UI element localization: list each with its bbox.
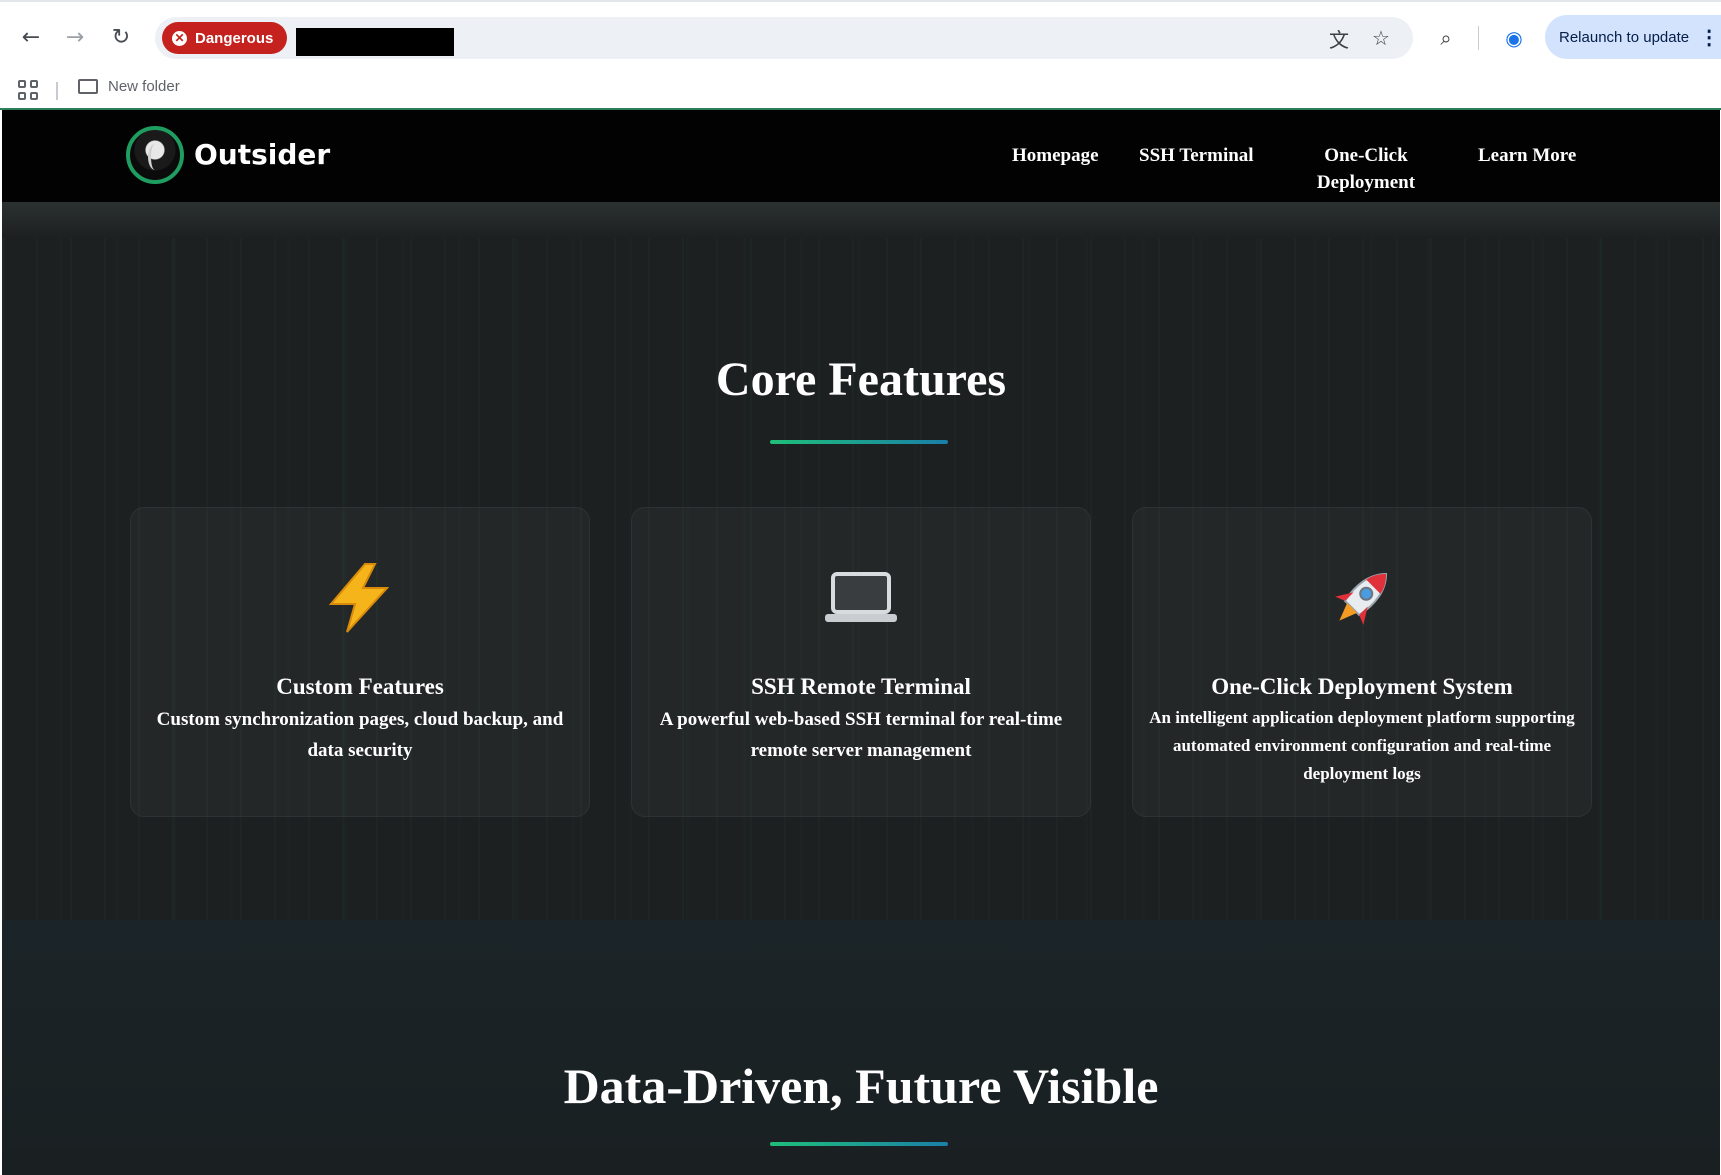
feature-card-ssh[interactable]: SSH Remote Terminal A powerful web-based…: [631, 507, 1091, 817]
feature-description: An intelligent application deployment pl…: [1149, 708, 1575, 783]
feature-title: Custom Features: [276, 674, 444, 699]
data-section-background: [2, 920, 1720, 1175]
feature-description: A powerful web-based SSH terminal for re…: [659, 709, 1063, 761]
rocket-icon: [1133, 558, 1591, 638]
reload-icon[interactable]: ↻: [106, 22, 136, 52]
feature-card-custom[interactable]: Custom Features Custom synchronization p…: [130, 507, 590, 817]
lightning-icon: [131, 558, 589, 638]
forward-icon[interactable]: →: [60, 22, 90, 52]
folder-icon: [78, 79, 98, 94]
bookmark-folder[interactable]: New folder: [78, 78, 180, 95]
bookmark-folder-label: New folder: [108, 78, 180, 95]
toolbar-divider: [1478, 26, 1479, 50]
nav-one-click-deployment[interactable]: One-Click Deployment: [1306, 142, 1426, 196]
data-driven-title: Data-Driven, Future Visible: [563, 1058, 1159, 1114]
profile-icon[interactable]: ◉: [1500, 24, 1528, 52]
brand-logo[interactable]: [126, 126, 184, 184]
relaunch-label: Relaunch to update: [1559, 28, 1690, 46]
feature-description: Custom synchronization pages, cloud back…: [156, 709, 564, 761]
site-header: Outsider Homepage SSH Terminal One-Click…: [2, 110, 1720, 202]
bookmark-star-icon[interactable]: ☆: [1367, 24, 1395, 52]
bookmarks-bar: New folder: [0, 70, 1721, 110]
website-viewport: Outsider Homepage SSH Terminal One-Click…: [2, 110, 1720, 1175]
security-chip-label: Dangerous: [195, 29, 274, 47]
brand-name[interactable]: Outsider: [194, 138, 330, 171]
browser-toolbar: ← → ↻ ✕ Dangerous 文 ☆ ⌕ ◉ Relaunch to up…: [0, 0, 1721, 70]
relaunch-button[interactable]: Relaunch to update ⋮: [1545, 15, 1721, 59]
lens-search-icon[interactable]: ⌕: [1432, 24, 1460, 52]
back-icon[interactable]: ←: [16, 22, 46, 52]
nav-homepage[interactable]: Homepage: [1012, 142, 1099, 169]
data-driven-underline: [770, 1142, 948, 1146]
feature-title: SSH Remote Terminal: [751, 674, 971, 699]
nav-ssh-terminal[interactable]: SSH Terminal: [1139, 142, 1254, 169]
security-warning-chip[interactable]: ✕ Dangerous: [162, 22, 287, 54]
translate-icon[interactable]: 文: [1325, 24, 1353, 52]
header-shadow: [2, 202, 1720, 238]
core-features-title: Core Features: [715, 353, 1007, 406]
feature-title: One-Click Deployment System: [1211, 674, 1513, 699]
apps-grid-icon[interactable]: [18, 80, 38, 100]
nav-learn-more[interactable]: Learn More: [1478, 142, 1576, 169]
laptop-icon: [632, 558, 1090, 638]
redacted-url: [296, 28, 454, 56]
logo-figure-icon: [148, 144, 162, 170]
more-menu-icon[interactable]: ⋮: [1699, 25, 1719, 50]
core-features-underline: [770, 440, 948, 444]
warning-icon: ✕: [172, 30, 187, 46]
bookmarks-divider: [56, 82, 58, 100]
feature-card-deployment[interactable]: One-Click Deployment System An intellige…: [1132, 507, 1592, 817]
